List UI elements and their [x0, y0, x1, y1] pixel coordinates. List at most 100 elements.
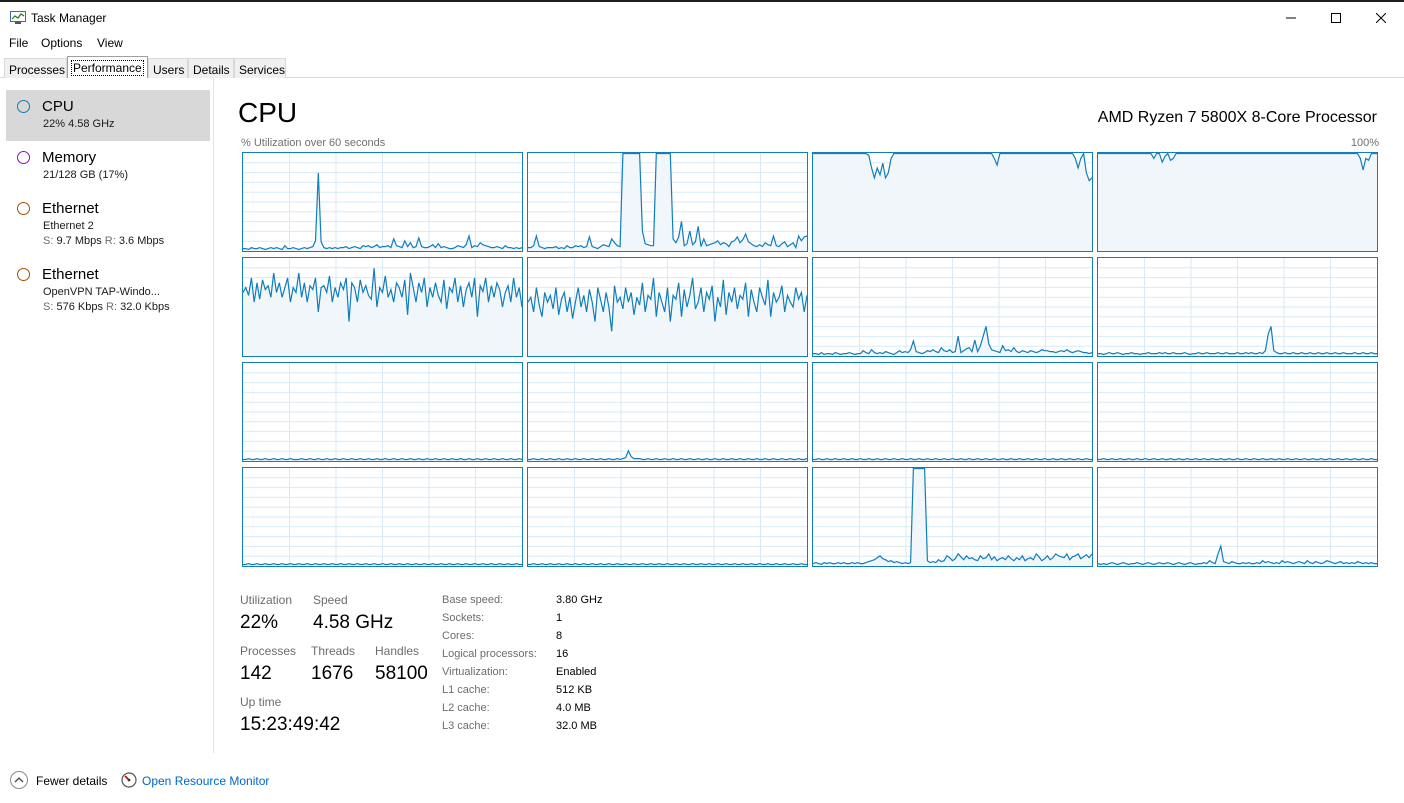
cpu-core-plot — [528, 468, 807, 566]
spec-value: 1 — [556, 612, 563, 624]
uptime-label: Up time — [240, 695, 282, 709]
speed-label: Speed — [313, 593, 348, 607]
sidebar-item-detail: 21/128 GB (17%) — [43, 169, 128, 181]
spec-value: Enabled — [556, 666, 597, 678]
tab-users[interactable]: Users — [148, 58, 188, 78]
tab-label: Performance — [71, 60, 144, 76]
cpu-core-plot — [243, 468, 522, 566]
cpu-core-graph — [527, 362, 808, 462]
sidebar-item-ethernet-2[interactable]: Ethernet OpenVPN TAP-Windo... S: 576 Kbp… — [6, 262, 210, 324]
chevron-up-icon[interactable] — [10, 771, 28, 789]
threads-label: Threads — [311, 644, 356, 658]
cpu-core-plot — [1098, 153, 1377, 251]
cpu-core-plot — [813, 153, 1092, 251]
close-button[interactable] — [1358, 2, 1404, 33]
sidebar-item-title: CPU — [42, 98, 74, 115]
cpu-core-plot — [813, 258, 1092, 356]
sidebar-item-cpu[interactable]: CPU 22% 4.58 GHz — [6, 90, 210, 141]
cpu-core-graph — [812, 362, 1093, 462]
minimize-icon — [1286, 17, 1296, 18]
sidebar-item-detail: OpenVPN TAP-Windo... — [43, 286, 160, 298]
speed-value: 4.58 GHz — [313, 612, 394, 633]
spec-label: Logical processors: — [442, 648, 537, 660]
spec-value: 512 KB — [556, 684, 593, 696]
cpu-core-plot — [813, 363, 1092, 461]
cpu-core-graph — [812, 152, 1093, 252]
spec-label: Sockets: — [442, 612, 485, 624]
cpu-core-graph — [527, 467, 808, 567]
sidebar-item-throughput: S: 9.7 Mbps R: 3.6 Mbps — [43, 235, 165, 247]
cpu-core-graph — [527, 257, 808, 357]
cpu-core-plot — [1098, 468, 1377, 566]
maximize-icon — [1331, 12, 1341, 23]
minimize-button[interactable] — [1268, 2, 1314, 33]
sidebar-item-title: Ethernet — [42, 200, 99, 217]
cpu-core-plot — [528, 258, 807, 356]
cpu-core-plot — [243, 363, 522, 461]
close-icon — [1376, 12, 1386, 23]
cpu-core-graph — [1097, 257, 1378, 357]
cpu-core-graph — [1097, 362, 1378, 462]
spec-value: 32.0 MB — [556, 720, 597, 732]
tab-processes[interactable]: Processes — [4, 58, 67, 78]
footer-bar: Fewer details Open Resource Monitor — [0, 762, 1404, 803]
sidebar-item-title: Memory — [42, 149, 97, 166]
cpu-core-graph — [527, 152, 808, 252]
sidebar-item-memory[interactable]: Memory 21/128 GB (17%) — [6, 143, 210, 191]
cpu-core-graph — [1097, 152, 1378, 252]
cpu-core-graph — [1097, 467, 1378, 567]
spec-label: L2 cache: — [442, 702, 490, 714]
threads-value: 1676 — [311, 663, 354, 684]
tab-services[interactable]: Services — [234, 58, 286, 78]
task-manager-icon — [10, 11, 26, 24]
cpu-core-graph — [242, 362, 523, 462]
menu-bar: File Options View — [0, 33, 1404, 53]
processes-value: 142 — [240, 663, 272, 684]
page-title: CPU — [238, 97, 298, 128]
tab-label: Services — [239, 63, 286, 77]
sidebar-item-throughput: S: 576 Kbps R: 32.0 Kbps — [43, 301, 170, 313]
sidebar-item-title: Ethernet — [42, 266, 99, 283]
sidebar-item-detail: Ethernet 2 — [43, 220, 94, 232]
cpu-core-plot — [813, 468, 1092, 566]
maximize-button[interactable] — [1313, 2, 1359, 33]
spec-value: 4.0 MB — [556, 702, 591, 714]
menu-options[interactable]: Options — [41, 36, 82, 50]
handles-value: 58100 — [375, 663, 428, 684]
tab-label: Processes — [9, 63, 66, 77]
performance-sidebar: CPU 22% 4.58 GHz Memory 21/128 GB (17%) … — [0, 78, 214, 753]
cpu-core-plot — [243, 258, 522, 356]
spec-value: 16 — [556, 648, 569, 660]
tab-details[interactable]: Details — [188, 58, 234, 78]
cpu-core-graph — [242, 152, 523, 252]
title-bar: Task Manager — [0, 0, 1404, 33]
spec-value: 8 — [556, 630, 563, 642]
processor-name: AMD Ryzen 7 5800X 8-Core Processor — [1097, 109, 1377, 126]
sidebar-item-detail: 22% 4.58 GHz — [43, 118, 115, 130]
utilization-area — [813, 153, 1092, 251]
handles-label: Handles — [375, 644, 420, 658]
cpu-core-graph — [812, 257, 1093, 357]
utilization-label: Utilization — [240, 593, 293, 607]
graph-max-label: 100% — [1350, 137, 1379, 149]
cpu-circle-icon — [17, 100, 30, 113]
processes-label: Processes — [240, 644, 297, 658]
memory-circle-icon — [17, 151, 30, 164]
graph-caption: % Utilization over 60 seconds — [241, 137, 386, 149]
cpu-core-graph — [242, 257, 523, 357]
ethernet-circle-icon — [17, 202, 30, 215]
tab-label: Users — [153, 63, 185, 77]
open-resource-monitor-link[interactable]: Open Resource Monitor — [142, 774, 269, 788]
sidebar-item-ethernet-1[interactable]: Ethernet Ethernet 2 S: 9.7 Mbps R: 3.6 M… — [6, 195, 210, 257]
menu-view[interactable]: View — [97, 36, 123, 50]
window-title: Task Manager — [31, 11, 107, 25]
fewer-details-button[interactable]: Fewer details — [36, 774, 107, 788]
utilization-area — [1098, 153, 1377, 251]
spec-label: L3 cache: — [442, 720, 490, 732]
menu-file[interactable]: File — [9, 36, 28, 50]
cpu-core-plot — [1098, 363, 1377, 461]
cpu-core-graph — [812, 467, 1093, 567]
spec-label: Base speed: — [442, 594, 504, 606]
spec-label: Virtualization: — [442, 666, 508, 678]
tab-performance[interactable]: Performance — [67, 56, 148, 78]
